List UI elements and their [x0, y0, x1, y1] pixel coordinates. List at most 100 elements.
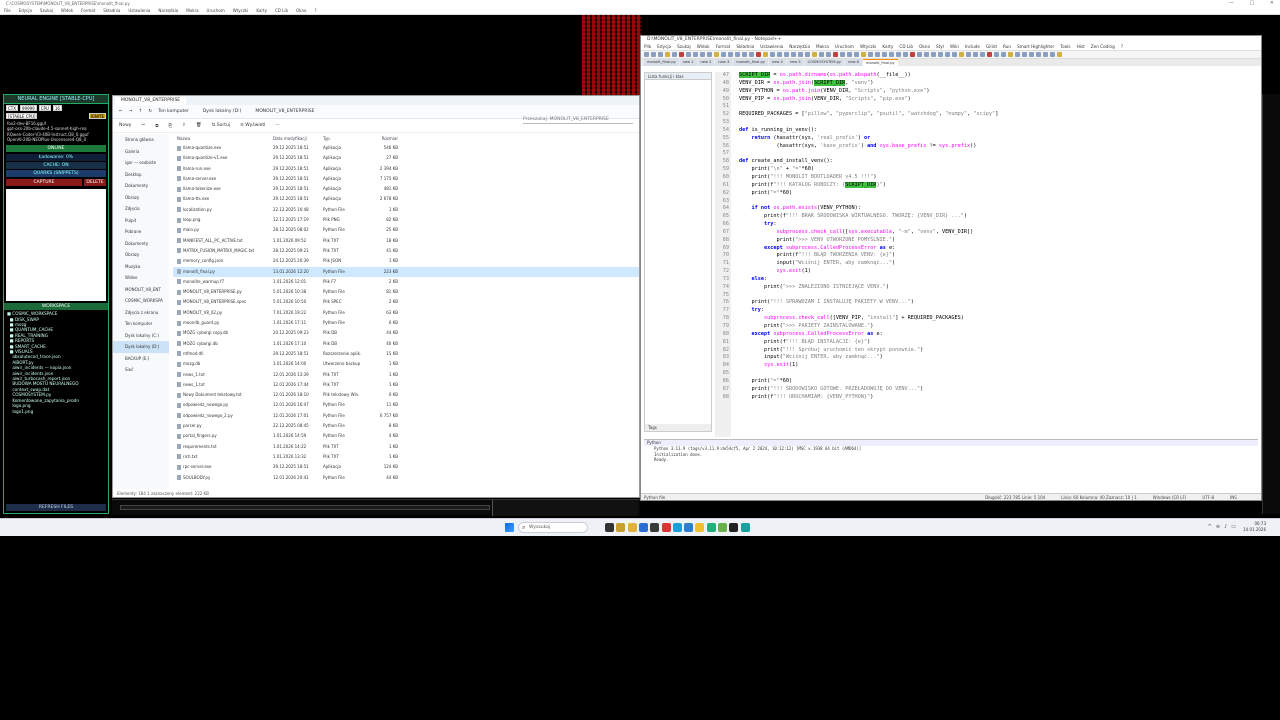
toolbar-icon[interactable] [931, 52, 936, 57]
delete-button[interactable]: DELETE [84, 179, 106, 187]
code-line[interactable]: REQUIRED_PACKAGES = ["pillow", "pypercli… [739, 111, 1251, 119]
toolbar-icon[interactable] [735, 52, 740, 57]
code-line[interactable] [739, 370, 1251, 378]
file-row[interactable]: requirements.txt 1.01.2026 14:22 Plik TXT 1… [173, 442, 639, 452]
code-line[interactable]: print("\n" + "="*60) [739, 166, 1251, 174]
code-line[interactable]: else: [739, 276, 1251, 284]
toolbar-icon[interactable] [980, 52, 985, 57]
explorer-tab[interactable]: MONOLIT_V8_ENTERPRISE [115, 97, 187, 105]
code-line[interactable]: VENV_PYTHON = os.path.join(VENV_DIR, "Sc… [739, 88, 1251, 96]
widgets-icon[interactable] [616, 523, 626, 532]
toolbar-icon[interactable] [644, 52, 649, 57]
file-row[interactable]: SOULBODY.py 12.01.2026 20:41 Python File 44… [173, 473, 639, 483]
npp-menu-item[interactable]: Plik [644, 44, 651, 49]
file-row[interactable]: llama-server.exe 29.12.2025 18:51 Aplikacj… [173, 174, 639, 184]
code-line[interactable]: (hasattr(sys, 'base_prefix') and sys.bas… [739, 143, 1251, 151]
npp-menu-item[interactable]: Widok [697, 44, 710, 49]
npp-tab[interactable]: monolit_final.py [733, 59, 768, 66]
terminal-icon[interactable] [650, 523, 660, 532]
code-line[interactable]: print(">>> PAKIETY ZAINSTALOWANE.") [739, 323, 1251, 331]
code-line[interactable]: print(f"!!! KATALOG ROBOCZY: {SCRIPT_DIR… [739, 181, 1251, 190]
code-line[interactable]: except subprocess.CalledProcessError as … [739, 245, 1251, 253]
nav-item[interactable]: Wideo [113, 272, 169, 284]
command-button[interactable]: ✂ [141, 123, 145, 128]
npp-menu-item[interactable]: Zen Coding [1091, 44, 1115, 49]
nav-item[interactable]: Desktop [113, 169, 169, 181]
code-line[interactable]: sys.exit(1) [739, 362, 1251, 370]
toolbar-icon[interactable] [1029, 52, 1034, 57]
toolbar-icon[interactable] [1022, 52, 1027, 57]
code-line[interactable]: VENV_PIP = os.path.join(VENV_DIR, "Scrip… [739, 96, 1251, 104]
toolbar-icon[interactable] [742, 52, 747, 57]
code-text[interactable]: SCRIPT_DIR = os.path.dirname(os.path.abs… [739, 72, 1251, 437]
nav-item[interactable]: Dokumenty [113, 238, 169, 250]
store-icon[interactable] [638, 523, 648, 532]
chrome-icon[interactable] [661, 523, 671, 532]
npp-menu-item[interactable]: Styl [936, 44, 944, 49]
code-line[interactable]: VENV_DIR = os.path.join(SCRIPT_DIR, "ven… [739, 79, 1251, 88]
capture-button[interactable]: CAPTURE [6, 179, 82, 187]
toolbar-icon[interactable] [791, 52, 796, 57]
npp-menu-item[interactable]: Wtyczki [860, 44, 876, 49]
toolbar-icon[interactable] [679, 52, 684, 57]
nav-item[interactable]: COSMIC_WORKSPA [113, 295, 169, 307]
top-menu-item[interactable]: Karty [256, 8, 267, 13]
file-row[interactable]: monolit_final.py 13.01.2026 12:20 Python F… [173, 266, 639, 277]
top-menu-item[interactable]: Ustawienia [128, 8, 150, 13]
workspace-tree[interactable]: ■ COSMIC_WORKSPACE ■ DISK_SWAP ■ mozg ■ … [4, 310, 108, 450]
toolbar-icon[interactable] [924, 52, 929, 57]
top-menu-item[interactable]: Składnia [103, 8, 120, 13]
workspace-item[interactable]: logo1.png [7, 409, 105, 414]
toolbar-icon[interactable] [875, 52, 880, 57]
toolbar-icon[interactable] [973, 52, 978, 57]
npp-tab[interactable]: new 5 [786, 59, 804, 66]
file-row[interactable]: rpc-server.exe 29.12.2025 18:51 Aplikacja 1… [173, 462, 639, 472]
code-line[interactable]: print(">>> VENV UTWORZONE POMYŚLNIE.") [739, 237, 1251, 245]
toolbar-icon[interactable] [1043, 52, 1048, 57]
npp-menu-item[interactable]: Smart Highlighter [1017, 44, 1054, 49]
toolbar-icon[interactable] [952, 52, 957, 57]
breadcrumb-drive[interactable]: Dysk lokalny (D:) [203, 109, 242, 114]
nav-item[interactable]: Sieć [113, 364, 169, 376]
toolbar-icon[interactable] [917, 52, 922, 57]
pycharm-icon[interactable] [706, 523, 716, 532]
toolbar-icon[interactable] [693, 52, 698, 57]
up-icon[interactable]: ↑ [139, 109, 143, 114]
npp-tab[interactable]: new 6 [845, 59, 862, 66]
code-line[interactable]: print("!!! SPRAWDZAM I INSTALUJĘ PAKIETY… [739, 299, 1251, 307]
ctx-input[interactable]: 99999 [19, 105, 37, 111]
cpu-input[interactable]: 16 [52, 105, 62, 111]
command-button[interactable]: 🗑 [196, 123, 202, 128]
file-row[interactable]: Nowy Dokument tekstowy.txt 12.01.2026 18:… [173, 390, 639, 400]
forward-icon[interactable]: → [129, 109, 133, 114]
code-line[interactable] [739, 103, 1251, 111]
breadcrumb-folder[interactable]: MONOLIT_V8_ENTERPRISE [255, 109, 314, 114]
file-row[interactable]: monolite_warmup.f7 1.01.2026 12:01 Plik F7… [173, 277, 639, 287]
toolbar-icon[interactable] [1050, 52, 1055, 57]
code-line[interactable]: print(f"!!! URUCHAMIAM: {VENV_PYTHON}") [739, 394, 1251, 402]
code-line[interactable]: print("="*60) [739, 190, 1251, 198]
terminal-input[interactable] [120, 505, 490, 510]
file-row[interactable]: llama-tokenize.exe 29.12.2025 18:51 Aplika… [173, 184, 639, 194]
model-list[interactable]: fox2-dev-BF16.gguf gpt-oss-20b-claude-4.5… [4, 120, 108, 143]
ignite-button[interactable]: IGNITE [88, 113, 106, 119]
toolbar-icon[interactable] [840, 52, 845, 57]
top-menu-item[interactable]: Makra [186, 8, 198, 13]
npp-menu-item[interactable]: Makra [816, 44, 829, 49]
toolbar-icon[interactable] [1001, 52, 1006, 57]
toolbar-icon[interactable] [994, 52, 999, 57]
nav-item[interactable]: Galeria [113, 146, 169, 158]
nav-item[interactable]: Zdjęcia z ekranu [113, 307, 169, 319]
file-row[interactable]: portal_fingers.py 1.01.2026 14:59 Python F… [173, 431, 639, 441]
code-line[interactable]: sys.exit(1) [739, 268, 1251, 276]
code-line[interactable]: return (hasattr(sys, 'real_prefix') or [739, 135, 1251, 143]
console-icon[interactable] [729, 523, 739, 532]
npp-menu-item[interactable]: Run [1003, 44, 1011, 49]
command-button[interactable]: Nowy [119, 123, 131, 128]
code-line[interactable]: print("!!! MONOLIT BOOTLOADER v4.5 !!!") [739, 174, 1251, 182]
file-row[interactable]: news_1.txt 12.01.2026 13:39 Plik TXT 1 KB [173, 370, 639, 380]
col-type[interactable]: Typ [323, 134, 368, 143]
toolbar-icon[interactable] [1057, 52, 1062, 57]
code-line[interactable]: print("!!! ŚRODOWISKO GOTOWE. PRZEŁADOWU… [739, 386, 1251, 394]
command-button[interactable]: ⇅ Sortuj [212, 123, 231, 128]
